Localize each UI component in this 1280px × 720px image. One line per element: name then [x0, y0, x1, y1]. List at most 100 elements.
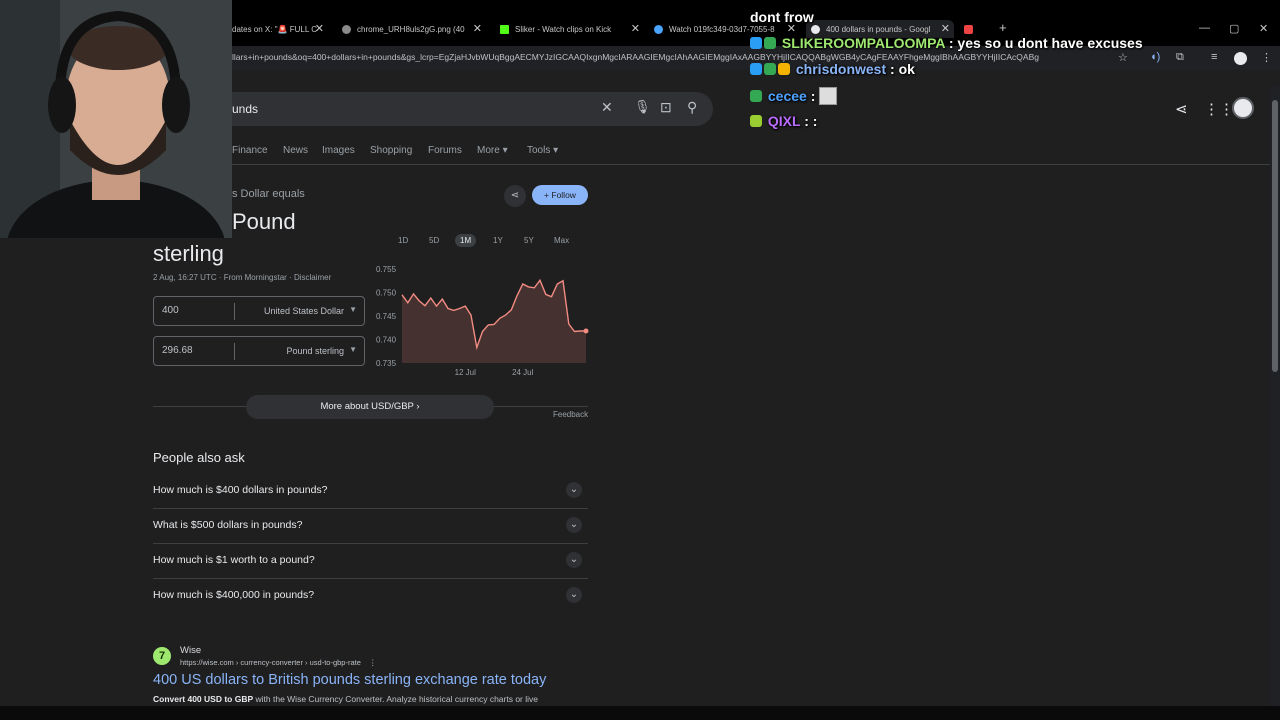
x-tick-label: 24 Jul	[512, 368, 534, 377]
nav-tab-shopping[interactable]: Shopping	[370, 145, 412, 156]
tab-kick[interactable]: Sliker - Watch clips on Kick ✕	[500, 20, 640, 38]
crown-badge-icon	[778, 63, 790, 75]
clear-icon[interactable]: ✕	[601, 99, 613, 116]
tab-chrome-png[interactable]: chrome_URH8uls2gG.png (40 ✕	[342, 20, 482, 38]
nav-more-label: More	[477, 145, 500, 156]
menu-icon[interactable]: ⋮	[1261, 51, 1272, 64]
share-button[interactable]: ⋖	[504, 185, 526, 207]
chat-username: chrisdonwest	[795, 61, 887, 77]
chevron-down-icon[interactable]: ⌄	[566, 482, 582, 498]
paa-question[interactable]: How much is $400 dollars in pounds? ⌄	[153, 474, 588, 509]
chevron-down-icon[interactable]: ⌄	[566, 517, 582, 533]
range-5y[interactable]: 5Y	[519, 234, 539, 247]
to-amount-input[interactable]: 296.68	[162, 345, 193, 356]
search-input[interactable]: unds	[232, 102, 258, 116]
nav-tab-forums[interactable]: Forums	[428, 145, 462, 156]
paa-question-text: What is $500 dollars in pounds?	[153, 519, 303, 531]
mod-badge-icon	[764, 63, 776, 75]
window-close-icon[interactable]: ✕	[1259, 22, 1268, 35]
nav-tab-finance[interactable]: Finance	[232, 145, 268, 156]
more-about-button[interactable]: More about USD/GBP ›	[246, 395, 494, 419]
range-1m[interactable]: 1M	[455, 234, 477, 247]
nav-tab-news[interactable]: News	[283, 145, 308, 156]
range-max[interactable]: Max	[549, 234, 574, 247]
divider	[234, 343, 235, 360]
paa-question-text: How much is $400,000 in pounds?	[153, 589, 315, 601]
more-options-icon[interactable]: ⋮	[369, 658, 377, 667]
profile-icon[interactable]	[1234, 52, 1247, 65]
paa-question[interactable]: How much is $1 worth to a pound? ⌄	[153, 544, 588, 579]
scroll-thumb[interactable]	[1272, 100, 1278, 372]
exchange-rate-chart[interactable]: 0.755 0.750 0.745 0.740 0.735 12 Jul 24 Jul	[372, 262, 590, 382]
avatar[interactable]	[1232, 97, 1254, 119]
paa-question[interactable]: How much is $400,000 in pounds? ⌄	[153, 579, 588, 614]
tab-x-updates[interactable]: dates on X: "🚨 FULL C ✕	[232, 20, 324, 38]
result-breadcrumb-text: https://wise.com › currency-converter › …	[180, 658, 361, 667]
tab-label: 400 dollars in pounds - Googl	[826, 24, 931, 34]
sub-badge-icon	[750, 37, 762, 49]
bookmark-star-icon[interactable]: ☆	[1118, 51, 1128, 64]
google-icon	[811, 24, 820, 34]
search-icon[interactable]: ⚲	[687, 99, 697, 116]
series-area-fill	[402, 280, 586, 363]
range-1y[interactable]: 1Y	[488, 234, 508, 247]
chat-text: dont frow	[750, 9, 814, 25]
chat-username: cecee	[767, 88, 807, 104]
chevron-down-icon: ▾	[553, 145, 559, 156]
chevron-down-icon[interactable]: ⌄	[566, 587, 582, 603]
x-tick-label: 12 Jul	[455, 368, 477, 377]
y-tick-label: 0.750	[376, 289, 397, 298]
lens-icon[interactable]: ⊡	[660, 99, 672, 116]
audio-icon[interactable]: ◖)	[1150, 51, 1160, 63]
nav-tab-tools[interactable]: Tools ▾	[527, 145, 558, 156]
timestamp-source: 2 Aug, 16:27 UTC · From Morningstar · Di…	[153, 273, 332, 282]
new-tab-icon[interactable]: +	[999, 20, 1007, 35]
chevron-down-icon: ▾	[502, 145, 508, 156]
address-bar[interactable]: llars+in+pounds&oq=400+dollars+in+pounds…	[232, 52, 1112, 62]
minimize-icon[interactable]: —	[1199, 22, 1210, 34]
maximize-icon[interactable]: ▢	[1229, 22, 1239, 35]
sub-badge-icon	[750, 115, 762, 127]
range-5d[interactable]: 5D	[424, 234, 444, 247]
paa-question[interactable]: What is $500 dollars in pounds? ⌄	[153, 509, 588, 544]
from-currency-field[interactable]: 400 United States Dollar ▼	[153, 296, 365, 326]
nav-tab-more[interactable]: More ▾	[477, 145, 508, 156]
apps-icon[interactable]: ⋮⋮	[1204, 100, 1234, 118]
scrollbar[interactable]	[1270, 86, 1280, 706]
share-icon[interactable]: ⋖	[1175, 100, 1188, 118]
people-also-ask-title: People also ask	[153, 450, 245, 465]
microphone-icon[interactable]: 🎙	[634, 99, 651, 115]
close-icon[interactable]: ✕	[631, 22, 640, 35]
range-1d[interactable]: 1D	[393, 234, 413, 247]
feedback-link[interactable]: Feedback	[553, 410, 588, 419]
close-icon[interactable]: ✕	[941, 22, 950, 35]
from-currency-select[interactable]: United States Dollar	[264, 306, 344, 316]
snippet-text: with the Wise Currency Converter. Analyz…	[253, 694, 539, 704]
to-currency-field[interactable]: 296.68 Pound sterling ▼	[153, 336, 365, 366]
chevron-down-icon[interactable]: ⌄	[566, 552, 582, 568]
from-amount-input[interactable]: 400	[162, 305, 179, 316]
y-tick-label: 0.745	[376, 312, 397, 321]
follow-label: Follow	[551, 190, 576, 200]
streamer-webcam-image	[0, 0, 232, 238]
close-icon[interactable]: ✕	[315, 22, 324, 35]
chat-text: : ok	[886, 61, 915, 77]
chevron-right-icon: ›	[416, 401, 420, 412]
media-icon[interactable]: ≡	[1211, 51, 1217, 63]
to-currency-select[interactable]: Pound sterling	[286, 346, 344, 356]
bottom-strip	[0, 706, 1280, 720]
extensions-icon[interactable]: ⧉	[1176, 51, 1184, 64]
snippet-bold: Convert 400 USD to GBP	[153, 694, 254, 704]
tab-label: chrome_URH8uls2gG.png (40	[357, 24, 465, 34]
nav-tools-label: Tools	[527, 145, 551, 156]
paa-question-text: How much is $1 worth to a pound?	[153, 554, 315, 566]
follow-button[interactable]: + Follow	[532, 185, 588, 205]
close-icon[interactable]: ✕	[473, 22, 482, 35]
search-box[interactable]: unds ✕ 🎙 ⊡ ⚲	[232, 92, 713, 126]
nav-tab-images[interactable]: Images	[322, 145, 355, 156]
dropdown-caret-icon: ▼	[349, 345, 357, 354]
result-title-link[interactable]: 400 US dollars to British pounds sterlin…	[153, 672, 546, 688]
chat-message: chrisdonwest : ok	[750, 61, 915, 77]
last-point-marker	[583, 328, 589, 334]
result-snippet: Convert 400 USD to GBP with the Wise Cur…	[153, 694, 538, 704]
